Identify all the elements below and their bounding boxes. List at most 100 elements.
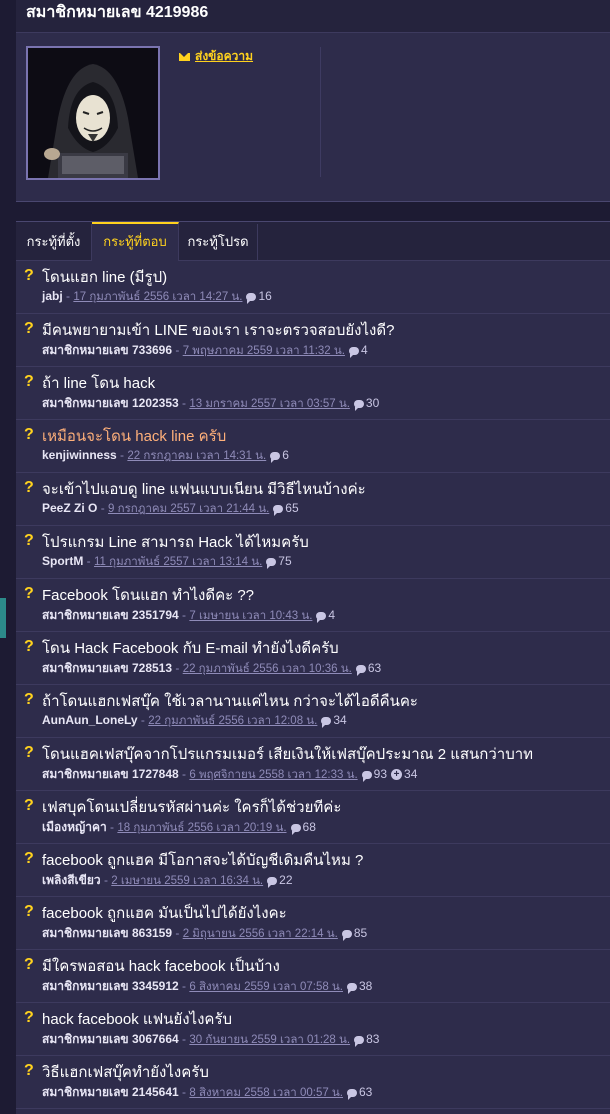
topic-row: ? Facebook โดนแฮก ทำไงดีคะ ?? สมาชิกหมายเล… bbox=[16, 579, 610, 632]
topic-title[interactable]: โดนแฮก line (มีรูป) bbox=[42, 265, 167, 289]
send-message-label: ส่งข้อความ bbox=[195, 49, 254, 63]
question-icon: ? bbox=[24, 638, 34, 655]
topic-author[interactable]: สมาชิกหมายเลข 728513 bbox=[42, 661, 172, 675]
topic-title[interactable]: จะเข้าไปแอบดู line แฟนแบบเนียน มีวิธีไหน… bbox=[42, 477, 366, 501]
topic-date: 6 สิงหาคม 2559 เวลา 07:58 น. bbox=[189, 981, 343, 993]
topic-title[interactable]: เหมือนจะโดน hack line ครับ bbox=[42, 424, 226, 448]
topic-date: 13 มกราคม 2557 เวลา 03:57 น. bbox=[189, 398, 350, 410]
send-message-link[interactable]: ส่งข้อความ bbox=[179, 47, 253, 66]
topic-row: ? จะเข้าไปแอบดู line แฟนแบบเนียน มีวิธีไห… bbox=[16, 473, 610, 526]
topic-title[interactable]: มีคนพยายามเข้า LINE ของเรา เราจะตรวจสอบย… bbox=[42, 318, 394, 342]
comment-icon bbox=[348, 346, 359, 358]
topic-row: ? โดนแฮก line (มีรูป) jabj - 17 กุมภาพันธ์… bbox=[16, 261, 610, 314]
topic-row: ? โปรแกรม Line สามารถ Hack ได้ไหมครับ Spor… bbox=[16, 526, 610, 579]
tab-replied-topics[interactable]: กระทู้ที่ตอบ bbox=[92, 222, 179, 262]
separator: - bbox=[172, 661, 183, 675]
topic-author[interactable]: เพลิงสีเขียว bbox=[42, 873, 101, 887]
topic-meta: สมาชิกหมายเลข 3067664 - 30 กันยายน 2559 … bbox=[42, 1030, 379, 1049]
topic-author[interactable]: สมาชิกหมายเลข 2145641 bbox=[42, 1085, 179, 1099]
topic-title[interactable]: ถ้า line โดน hack bbox=[42, 371, 155, 395]
topic-title[interactable]: hack facebook แฟนยังไงครับ bbox=[42, 1007, 232, 1031]
topic-author[interactable]: kenjiwinness bbox=[42, 448, 117, 462]
topic-author[interactable]: สมาชิกหมายเลข 1727848 bbox=[42, 767, 179, 781]
topic-date: 22 กรกฎาคม เวลา 14:31 น. bbox=[127, 450, 267, 462]
topic-title[interactable]: โดนแฮคเฟสบุ๊คจากโปรแกรมเมอร์ เสียเงินให้… bbox=[42, 742, 533, 766]
topic-row: ? เหมือนจะโดน hack line ครับ kenjiwinness … bbox=[16, 420, 610, 473]
topic-date: 2 มิถุนายน 2556 เวลา 22:14 น. bbox=[182, 928, 338, 940]
question-icon: ? bbox=[24, 585, 34, 602]
topic-author[interactable]: สมาชิกหมายเลข 733696 bbox=[42, 343, 172, 357]
topic-date: 17 กุมภาพันธ์ 2556 เวลา 14:27 น. bbox=[73, 291, 243, 303]
topic-author[interactable]: AunAun_LoneLy bbox=[42, 713, 138, 727]
topic-title[interactable]: facebook ถูกแฮค มีโอกาสจะได้บัญชีเดิมคืน… bbox=[42, 848, 363, 872]
comment-count: 30 bbox=[365, 396, 380, 410]
question-icon: ? bbox=[24, 1009, 34, 1026]
topic-author[interactable]: jabj bbox=[42, 289, 63, 303]
topic-author[interactable]: สมาชิกหมายเลข 863159 bbox=[42, 926, 172, 940]
topic-author[interactable]: สมาชิกหมายเลข 1202353 bbox=[42, 396, 179, 410]
topic-meta: สมาชิกหมายเลข 1202353 - 13 มกราคม 2557 เ… bbox=[42, 394, 379, 413]
question-icon: ? bbox=[24, 320, 34, 337]
topic-date: 6 พฤศจิกายน 2558 เวลา 12:33 น. bbox=[189, 769, 358, 781]
topic-author[interactable]: PeeZ Zi O bbox=[42, 501, 97, 515]
envelope-icon bbox=[179, 52, 190, 61]
separator: - bbox=[178, 608, 190, 622]
topic-date: 9 กรกฎาคม 2557 เวลา 21:44 น. bbox=[108, 503, 270, 515]
topic-row: ? facebook ถูกแฮค มีโอกาสจะได้บัญชีเดิมคื… bbox=[16, 844, 610, 897]
left-margin bbox=[0, 0, 16, 1113]
topic-title[interactable]: โปรแกรม Line สามารถ Hack ได้ไหมครับ bbox=[42, 530, 309, 554]
question-icon: ? bbox=[24, 479, 34, 496]
separator: - bbox=[116, 448, 128, 462]
topic-meta: AunAun_LoneLy - 22 กุมภาพันธ์ 2556 เวลา … bbox=[42, 712, 347, 730]
topic-meta: สมาชิกหมายเลข 728513 - 22 กุมภาพันธ์ 255… bbox=[42, 659, 381, 678]
topic-date: 8 สิงหาคม 2558 เวลา 00:57 น. bbox=[189, 1087, 343, 1099]
tab-created-topics[interactable]: กระทู้ที่ตั้ง bbox=[16, 224, 92, 260]
topic-author[interactable]: เมืองหญ้าคา bbox=[42, 820, 107, 834]
topic-author[interactable]: สมาชิกหมายเลข 3067664 bbox=[42, 1032, 179, 1046]
tab-favorite-topics[interactable]: กระทู้โปรด bbox=[179, 224, 258, 260]
avatar bbox=[26, 46, 160, 180]
topic-title[interactable]: โดน Hack Facebook กับ E-mail ทำยังไงดีคร… bbox=[42, 636, 339, 660]
topic-title[interactable]: ถ้าโดนแฮกเฟสบุ๊ค ใช้เวลานานแค่ไหน กว่าจะ… bbox=[42, 689, 418, 713]
comment-count: 4 bbox=[360, 343, 368, 357]
topic-author[interactable]: SportM bbox=[42, 554, 83, 568]
topic-meta: SportM - 11 กุมภาพันธ์ 2557 เวลา 13:14 น… bbox=[42, 553, 292, 571]
topic-date: 22 กุมภาพันธ์ 2556 เวลา 10:36 น. bbox=[182, 663, 352, 675]
page-title: สมาชิกหมายเลข 4219986 bbox=[26, 4, 209, 21]
comment-icon bbox=[267, 876, 278, 888]
topic-author[interactable]: สมาชิกหมายเลข 3345912 bbox=[42, 979, 179, 993]
topic-meta: สมาชิกหมายเลข 3345912 - 6 สิงหาคม 2559 เ… bbox=[42, 977, 372, 996]
hooded-figure-image bbox=[28, 48, 158, 178]
vote-icon: + bbox=[391, 769, 403, 781]
separator: - bbox=[172, 926, 183, 940]
comment-icon bbox=[246, 292, 257, 304]
separator: - bbox=[97, 501, 109, 515]
separator: - bbox=[172, 343, 183, 357]
divider bbox=[320, 47, 321, 177]
question-icon: ? bbox=[24, 267, 34, 284]
comment-icon bbox=[354, 1035, 365, 1047]
separator: - bbox=[106, 820, 118, 834]
separator: - bbox=[137, 713, 149, 727]
topic-meta: เพลิงสีเขียว - 2 เมษายน 2559 เวลา 16:34 … bbox=[42, 871, 293, 890]
comment-icon bbox=[321, 716, 332, 728]
topic-meta: สมาชิกหมายเลข 1727848 - 6 พฤศจิกายน 2558… bbox=[42, 765, 417, 784]
topic-title[interactable]: วิธีแฮกเฟสบุ๊คทำยังไงครับ bbox=[42, 1060, 209, 1084]
comment-count: 34 bbox=[333, 713, 347, 727]
question-icon: ? bbox=[24, 532, 34, 549]
comment-count: 93 bbox=[373, 767, 388, 781]
topic-title[interactable]: Facebook โดนแฮก ทำไงดีคะ ?? bbox=[42, 583, 254, 607]
comment-icon bbox=[341, 929, 352, 941]
comment-icon bbox=[361, 770, 372, 782]
topic-title[interactable]: มีใครพอสอน hack facebook เป็นบ้าง bbox=[42, 954, 280, 978]
separator: - bbox=[178, 1032, 190, 1046]
topic-meta: PeeZ Zi O - 9 กรกฎาคม 2557 เวลา 21:44 น.… bbox=[42, 500, 299, 518]
topic-meta: kenjiwinness - 22 กรกฎาคม เวลา 14:31 น. 6 bbox=[42, 447, 289, 465]
side-marker bbox=[0, 598, 6, 638]
separator: - bbox=[62, 289, 74, 303]
topic-title[interactable]: facebook ถูกแฮค มันเป็นไปได้ยังไงคะ bbox=[42, 901, 287, 925]
topic-title[interactable]: เฟสบุคโดนเปลี่ยนรหัสผ่านค่ะ ใครก็ได้ช่วย… bbox=[42, 795, 341, 819]
comment-count: 22 bbox=[279, 873, 293, 887]
topic-author[interactable]: สมาชิกหมายเลข 2351794 bbox=[42, 608, 179, 622]
question-icon: ? bbox=[24, 373, 34, 390]
